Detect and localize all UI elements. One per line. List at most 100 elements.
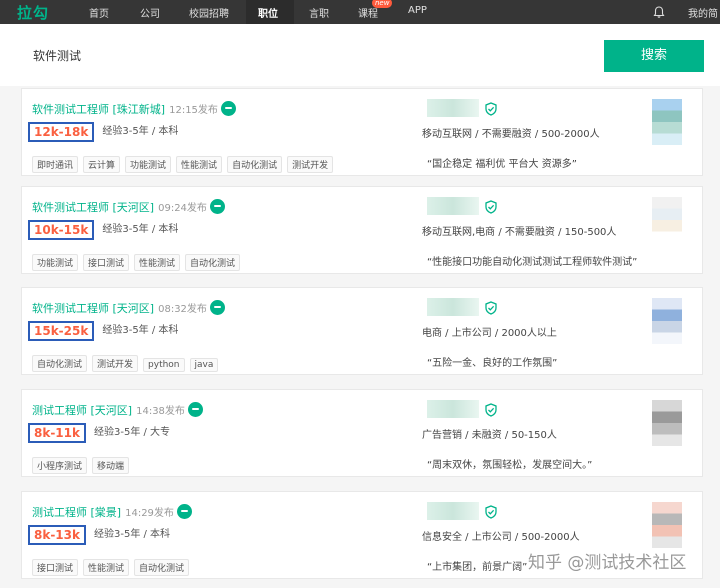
- publish-time: 14:29发布: [125, 508, 174, 519]
- job-tag[interactable]: java: [189, 358, 219, 372]
- job-advantage: “上市集团，前景广阔”: [427, 562, 528, 573]
- lagou-logo[interactable]: 拉勾: [17, 2, 49, 23]
- job-tag[interactable]: 自动化测试: [32, 355, 88, 372]
- job-tag[interactable]: 小程序测试: [32, 457, 88, 474]
- job-tag[interactable]: 自动化测试: [185, 254, 241, 271]
- verified-shield-icon: [485, 301, 497, 315]
- salary-row: 8k-11k 经验3-5年 / 大专: [28, 422, 170, 443]
- job-tags: 即时通讯 云计算 功能测试 性能测试 自动化测试 测试开发: [32, 153, 338, 173]
- company-name-blurred[interactable]: [427, 99, 479, 117]
- job-tag[interactable]: python: [143, 358, 185, 372]
- job-requirements: 经验3-5年 / 本科: [102, 126, 179, 137]
- job-requirements: 经验3-5年 / 本科: [102, 325, 179, 336]
- verified-shield-icon: [485, 102, 497, 116]
- company-name-blurred[interactable]: [427, 298, 479, 316]
- job-card[interactable]: 软件测试工程师 [天河区] 09:24发布 10k-15k 经验3-5年 / 本科 …: [21, 186, 703, 274]
- nav-campus[interactable]: 校园招聘: [189, 5, 229, 20]
- search-area: 软件测试 搜索: [0, 24, 720, 86]
- company-info: 电商 / 上市公司 / 2000人以上: [422, 328, 557, 339]
- job-tag[interactable]: 测试开发: [287, 156, 334, 173]
- company-name-blurred[interactable]: [427, 400, 479, 418]
- job-card[interactable]: 软件测试工程师 [珠江新城] 12:15发布 12k-18k 经验3-5年 / 本科…: [21, 88, 703, 176]
- new-badge: new: [372, 0, 393, 8]
- job-tag[interactable]: 性能测试: [134, 254, 181, 271]
- job-tags: 功能测试 接口测试 性能测试 自动化测试: [32, 251, 245, 271]
- company-info: 移动互联网 / 不需要融资 / 500-2000人: [422, 129, 600, 140]
- company-logo[interactable]: [652, 502, 682, 548]
- job-card[interactable]: 测试工程师 [天河区] 14:38发布 8k-11k 经验3-5年 / 大专 小程序…: [21, 389, 703, 477]
- job-tag[interactable]: 自动化测试: [134, 559, 190, 576]
- job-tags: 小程序测试 移动端: [32, 454, 134, 474]
- publish-time: 12:15发布: [169, 105, 218, 116]
- salary: 12k-18k: [28, 122, 95, 142]
- company-info: 广告营销 / 未融资 / 50-150人: [422, 430, 557, 441]
- job-advantage: “周末双休，氛围轻松，发展空间大。”: [427, 460, 593, 471]
- job-requirements: 经验3-5年 / 大专: [94, 427, 171, 438]
- verified-shield-icon: [485, 505, 497, 519]
- salary: 8k-11k: [28, 423, 86, 443]
- my-resume-link[interactable]: 我的简: [688, 5, 718, 20]
- job-tag[interactable]: 接口测试: [32, 559, 79, 576]
- bell-icon[interactable]: [652, 5, 666, 19]
- job-tag[interactable]: 云计算: [83, 156, 121, 173]
- job-title-link[interactable]: 软件测试工程师 [天河区]: [32, 201, 154, 214]
- chat-icon[interactable]: [209, 300, 225, 315]
- publish-time: 08:32发布: [158, 304, 207, 315]
- top-nav-bar: 拉勾 首页 公司 校园招聘 职位 言职 课程 new APP 我的简: [0, 0, 720, 24]
- job-tags: 自动化测试 测试开发 python java: [32, 352, 223, 372]
- job-advantage: “五险一金、良好的工作氛围”: [427, 358, 558, 369]
- chat-icon[interactable]: [176, 504, 192, 519]
- job-title-link[interactable]: 测试工程师 [棠景]: [32, 506, 121, 519]
- job-title-link[interactable]: 软件测试工程师 [天河区]: [32, 302, 154, 315]
- salary: 15k-25k: [28, 321, 95, 341]
- publish-time: 14:38发布: [136, 406, 185, 417]
- job-requirements: 经验3-5年 / 本科: [102, 224, 179, 235]
- nav-jobs[interactable]: 职位: [258, 5, 278, 20]
- job-card[interactable]: 软件测试工程师 [天河区] 08:32发布 15k-25k 经验3-5年 / 本科 …: [21, 287, 703, 375]
- chat-icon[interactable]: [220, 101, 236, 116]
- salary: 10k-15k: [28, 220, 95, 240]
- job-advantage: “性能接口功能自动化测试测试工程师软件测试”: [427, 257, 638, 268]
- publish-time: 09:24发布: [158, 203, 207, 214]
- job-title-link[interactable]: 测试工程师 [天河区]: [32, 404, 132, 417]
- salary-row: 8k-13k 经验3-5年 / 本科: [28, 524, 170, 545]
- verified-shield-icon: [485, 403, 497, 417]
- job-tag[interactable]: 功能测试: [32, 254, 79, 271]
- search-button[interactable]: 搜索: [604, 40, 704, 72]
- company-info: 移动互联网,电商 / 不需要融资 / 150-500人: [422, 227, 617, 238]
- job-tag[interactable]: 即时通讯: [32, 156, 79, 173]
- company-logo[interactable]: [652, 197, 682, 243]
- company-info: 信息安全 / 上市公司 / 500-2000人: [422, 532, 580, 543]
- job-advantage: “国企稳定 福利优 平台大 资源多”: [427, 159, 577, 170]
- search-input[interactable]: 软件测试: [22, 40, 604, 72]
- salary: 8k-13k: [28, 525, 86, 545]
- salary-row: 12k-18k 经验3-5年 / 本科: [28, 121, 178, 142]
- company-name-blurred[interactable]: [427, 502, 479, 520]
- company-logo[interactable]: [652, 298, 682, 344]
- chat-icon[interactable]: [187, 402, 203, 417]
- company-logo[interactable]: [652, 400, 682, 446]
- job-tag[interactable]: 测试开发: [92, 355, 139, 372]
- job-title-row: 测试工程师 [天河区] 14:38发布: [32, 402, 203, 418]
- job-tag[interactable]: 自动化测试: [227, 156, 283, 173]
- company-logo[interactable]: [652, 99, 682, 145]
- watermark: 知乎 @测试技术社区: [528, 553, 687, 573]
- job-tag[interactable]: 性能测试: [176, 156, 223, 173]
- nav-company[interactable]: 公司: [140, 5, 160, 20]
- nav-yanzhi[interactable]: 言职: [309, 5, 329, 20]
- nav-home[interactable]: 首页: [89, 5, 109, 20]
- chat-icon[interactable]: [209, 199, 225, 214]
- job-title-row: 软件测试工程师 [珠江新城] 12:15发布: [32, 101, 236, 117]
- job-tag[interactable]: 性能测试: [83, 559, 130, 576]
- salary-row: 10k-15k 经验3-5年 / 本科: [28, 219, 178, 240]
- nav-app[interactable]: APP: [408, 5, 427, 16]
- job-tag[interactable]: 接口测试: [83, 254, 130, 271]
- job-title-row: 测试工程师 [棠景] 14:29发布: [32, 504, 192, 520]
- job-title-row: 软件测试工程师 [天河区] 08:32发布: [32, 300, 225, 316]
- salary-row: 15k-25k 经验3-5年 / 本科: [28, 320, 178, 341]
- company-name-blurred[interactable]: [427, 197, 479, 215]
- job-requirements: 经验3-5年 / 本科: [94, 529, 171, 540]
- job-tag[interactable]: 移动端: [92, 457, 130, 474]
- job-title-link[interactable]: 软件测试工程师 [珠江新城]: [32, 103, 165, 116]
- job-tag[interactable]: 功能测试: [125, 156, 172, 173]
